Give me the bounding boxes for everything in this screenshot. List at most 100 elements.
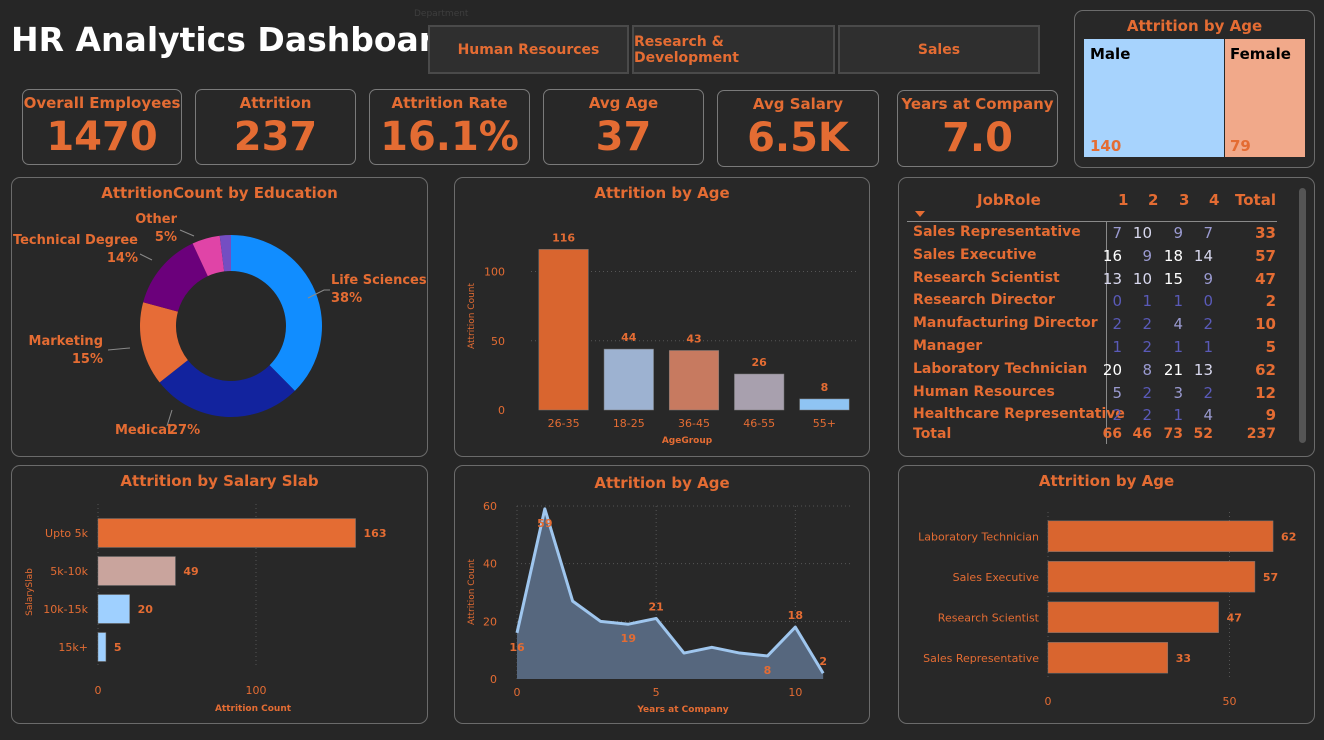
- matrix-header-col-3: 3: [1179, 191, 1190, 209]
- matrix-row[interactable]: Manufacturing Director 2 2 4 2 10: [911, 315, 1278, 338]
- y-tick-label: 20: [483, 615, 497, 628]
- donut-pct-technical-degree: 14%: [107, 251, 138, 266]
- data-label: 2: [819, 655, 827, 668]
- bar[interactable]: [1047, 642, 1169, 674]
- donut-pct-medical: 27%: [169, 423, 200, 438]
- treemap-value: 140: [1090, 137, 1122, 155]
- matrix-header-col-2: 2: [1148, 191, 1159, 209]
- bar[interactable]: [97, 632, 107, 662]
- kpi-avg-salary: Avg Salary 6.5K: [717, 90, 879, 167]
- treemap-tile-female[interactable]: Female 79: [1225, 39, 1305, 157]
- y-axis-title: SalarySlab: [25, 568, 35, 616]
- matrix-total-cell: 12: [1255, 383, 1276, 402]
- matrix-cell: 1: [1173, 406, 1183, 425]
- bar[interactable]: [1047, 561, 1256, 593]
- matrix-cell: 3: [1173, 383, 1183, 402]
- matrix-cell: 1: [1203, 338, 1213, 356]
- x-tick-label: 0: [1045, 695, 1052, 708]
- matrix-row[interactable]: Human Resources 5 2 3 2 12: [911, 384, 1278, 407]
- salary-chart-panel: Attrition by Salary Slab SalarySlab Attr…: [11, 465, 428, 724]
- matrix-total-cell: 57: [1255, 246, 1276, 265]
- matrix-row[interactable]: Sales Executive 16 9 18 14 57: [911, 247, 1278, 270]
- matrix-total-row: Total 66 46 73 52 237: [911, 426, 1278, 449]
- donut-label-marketing: Marketing: [29, 334, 103, 349]
- data-label: 19: [621, 632, 636, 645]
- matrix-cell: 13: [1102, 269, 1122, 288]
- page-title: HR Analytics Dashboard: [11, 20, 459, 59]
- data-label: 8: [764, 664, 772, 677]
- matrix-row-label: Sales Executive: [913, 246, 1037, 263]
- x-tick-label: 0: [95, 684, 102, 697]
- matrix-total-cell: 33: [1255, 224, 1276, 242]
- age-chart-panel: Attrition by Age Attrition Count AgeGrou…: [454, 177, 870, 457]
- data-label: 8: [821, 381, 829, 394]
- bar[interactable]: [799, 398, 850, 411]
- data-label: 47: [1227, 611, 1242, 624]
- donut-slice-life-sciences[interactable]: [231, 235, 322, 391]
- matrix-total-cell: 10: [1255, 315, 1276, 334]
- matrix-row-label: Human Resources: [913, 383, 1055, 400]
- donut-label-other: Other: [135, 212, 177, 227]
- bar[interactable]: [97, 594, 130, 624]
- matrix-row-label: Laboratory Technician: [913, 360, 1088, 377]
- bar[interactable]: [1047, 601, 1219, 633]
- age-bar-chart: Attrition Count AgeGroup 0 50 100 116 26-35 4…: [467, 231, 857, 446]
- matrix-cell: 1: [1142, 292, 1152, 311]
- matrix-header-col-4: 4: [1209, 191, 1220, 209]
- bar[interactable]: [734, 373, 785, 411]
- matrix-cell: 0: [1112, 292, 1122, 311]
- x-axis-title: Years at Company: [636, 705, 728, 715]
- data-label: 33: [1176, 652, 1191, 665]
- data-label: 49: [183, 565, 198, 578]
- kpi-value: 237: [233, 114, 318, 160]
- donut-pct-other: 5%: [155, 230, 177, 245]
- jobrole-matrix-panel: JobRole 1 2 3 4 Total Sales Representati…: [898, 177, 1315, 457]
- x-tick-label: 10: [788, 686, 802, 699]
- matrix-cell: 1: [1173, 338, 1183, 356]
- sort-descending-icon[interactable]: [915, 211, 925, 217]
- matrix-cell: 4: [1173, 315, 1183, 334]
- bar[interactable]: [97, 518, 356, 548]
- matrix-row[interactable]: Laboratory Technician 20 8 21 13 62: [911, 361, 1278, 384]
- y-tick-label: 0: [490, 673, 497, 686]
- kpi-label: Attrition Rate: [391, 94, 508, 112]
- gender-attrition-card: Attrition by Age Male 140 Female 79: [1074, 10, 1315, 168]
- matrix-total-cell: 5: [1265, 338, 1276, 356]
- bar[interactable]: [1047, 520, 1274, 552]
- bar[interactable]: [668, 350, 720, 411]
- donut-label-life-sciences: Life Sciences: [331, 273, 427, 288]
- matrix-cell: 16: [1102, 246, 1122, 265]
- matrix-row[interactable]: Sales Representative 7 10 9 7 33: [911, 224, 1278, 247]
- matrix-row[interactable]: Research Director 0 1 1 0 2: [911, 292, 1278, 315]
- matrix-cell: 1: [1173, 292, 1183, 311]
- bar[interactable]: [97, 556, 176, 586]
- matrix-row-label: Sales Representative: [913, 224, 1081, 240]
- donut-pct-marketing: 15%: [72, 352, 103, 367]
- slicer-option-sales[interactable]: Sales: [838, 25, 1040, 74]
- matrix-cell: 10: [1132, 269, 1152, 288]
- matrix-cell: 21: [1163, 360, 1183, 379]
- bar[interactable]: [603, 348, 654, 411]
- data-label: 163: [364, 527, 387, 540]
- matrix-cell: 4: [1203, 406, 1213, 425]
- data-label: 116: [552, 231, 575, 244]
- treemap-tile-male[interactable]: Male 140: [1084, 39, 1224, 157]
- data-label: 16: [509, 641, 525, 654]
- x-tick-label: 100: [246, 684, 267, 697]
- matrix-cell: 9: [1173, 224, 1183, 242]
- kpi-label: Attrition: [239, 94, 312, 112]
- matrix-cell: 2: [1112, 406, 1122, 425]
- y-tick-label: 5k-10k: [50, 565, 88, 578]
- slicer-option-human-resources[interactable]: Human Resources: [428, 25, 629, 74]
- treemap-value: 79: [1230, 137, 1251, 155]
- matrix-row-label: Research Scientist: [913, 269, 1060, 286]
- x-tick-label: 18-25: [613, 417, 645, 430]
- matrix-row[interactable]: Manager 1 2 1 1 5: [911, 338, 1278, 361]
- matrix-row[interactable]: Research Scientist 13 10 15 9 47: [911, 270, 1278, 293]
- kpi-value: 7.0: [942, 115, 1013, 161]
- slicer-option-research-development[interactable]: Research & Development: [632, 25, 835, 74]
- matrix-cell: 73: [1163, 426, 1183, 442]
- matrix-row-label: Healthcare Representative: [913, 406, 1125, 423]
- bar[interactable]: [538, 249, 589, 411]
- matrix-scrollbar[interactable]: [1299, 188, 1306, 443]
